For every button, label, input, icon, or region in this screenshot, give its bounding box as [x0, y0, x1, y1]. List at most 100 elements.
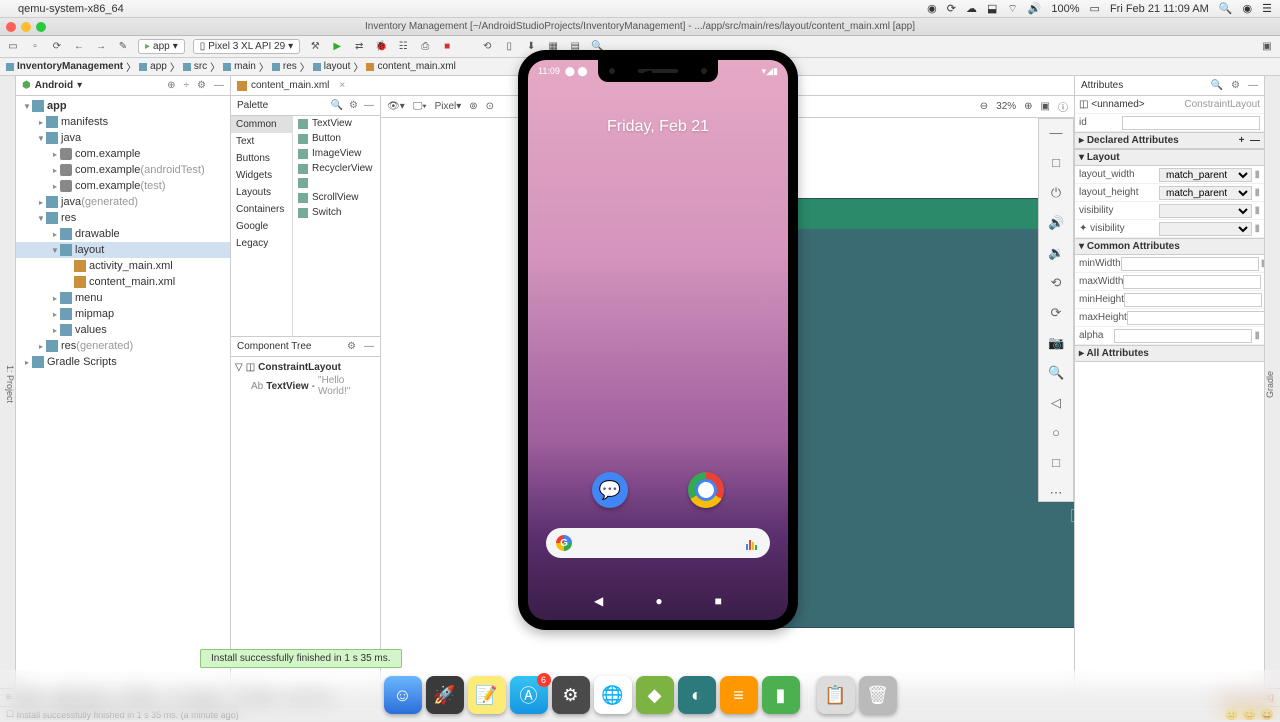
tree-node[interactable]: content_main.xml [16, 274, 230, 290]
tree-node[interactable]: ▸com.example (androidTest) [16, 162, 230, 178]
tree-node[interactable]: ▸manifests [16, 114, 230, 130]
home-icon[interactable]: ○ [1048, 425, 1064, 441]
rotate-left-icon[interactable]: ⟲ [1048, 275, 1064, 291]
trash-icon[interactable]: 🗑 [859, 676, 897, 714]
emulator-screen[interactable]: 11:09 ⬤ ⬤ ▾◢▮ Friday, Feb 21 💬 ◀ ● ■ [528, 60, 788, 620]
attr-select[interactable]: match_parent [1159, 168, 1252, 182]
zoom-out-icon[interactable]: ⊖ [980, 101, 988, 112]
power-icon[interactable]: ⏻ [1048, 185, 1064, 201]
palette-item[interactable]: Switch [293, 205, 380, 220]
notifications-icon[interactable]: ☰ [1262, 2, 1272, 15]
tree-node[interactable]: activity_main.xml [16, 258, 230, 274]
hammer-icon[interactable]: ⚒ [308, 41, 322, 52]
volume-down-icon[interactable]: 🔉 [1048, 245, 1064, 261]
rotate-right-icon[interactable]: ⟳ [1048, 305, 1064, 321]
chrome-dock-icon[interactable]: 🌐 [594, 676, 632, 714]
palette-categories[interactable]: CommonTextButtonsWidgetsLayoutsContainer… [231, 116, 293, 336]
tree-node[interactable]: ▸com.example [16, 146, 230, 162]
nav-home-icon[interactable]: ● [655, 594, 662, 608]
palette-cat[interactable]: Containers [231, 201, 292, 218]
component-tree[interactable]: ▽◫ConstraintLayout AbTextView-"Hello Wor… [231, 357, 380, 402]
search-icon[interactable]: 🔍 [331, 100, 343, 111]
device-design-select[interactable]: Pixel▾ [435, 101, 462, 112]
assistant-icon[interactable] [746, 536, 760, 550]
tree-node[interactable]: ▸drawable [16, 226, 230, 242]
spotlight-icon[interactable]: 🔍 [1219, 2, 1233, 15]
attr-input[interactable] [1121, 257, 1259, 271]
palette-item[interactable]: Button [293, 131, 380, 146]
back-icon[interactable]: ← [72, 41, 86, 52]
gear-icon[interactable]: ⚙ [347, 341, 356, 352]
eye-icon[interactable]: 👁▾ [387, 101, 405, 112]
tree-node[interactable]: ▸res (generated) [16, 338, 230, 354]
google-search-bar[interactable] [546, 528, 770, 558]
palette-item[interactable]: ImageView [293, 146, 380, 161]
qemu-icon[interactable]: ◐ [678, 676, 716, 714]
zoom-in-icon[interactable]: ⊕ [1024, 101, 1032, 112]
stop-icon[interactable]: ■ [440, 41, 454, 52]
apply-icon[interactable]: ⇄ [352, 41, 366, 52]
document-icon[interactable]: 📋 [817, 676, 855, 714]
cloud-icon[interactable]: ☁ [966, 2, 977, 15]
tree-node[interactable]: ▸menu [16, 290, 230, 306]
debug-icon[interactable]: 🐞 [374, 41, 388, 52]
close-window[interactable] [6, 22, 16, 32]
minimize-icon[interactable]: — [1048, 125, 1064, 141]
tree-node[interactable]: ▸values [16, 322, 230, 338]
project-mode[interactable]: Android [35, 80, 73, 91]
attr-select[interactable] [1159, 222, 1252, 236]
warnings-icon[interactable]: ⓘ [1058, 99, 1068, 114]
palette-item[interactable] [293, 176, 380, 190]
minimize-window[interactable] [21, 22, 31, 32]
zoom-icon[interactable]: 🔍 [1048, 365, 1064, 381]
back-icon[interactable]: ◁ [1048, 395, 1064, 411]
hide-icon[interactable]: — [364, 100, 374, 111]
launchpad-icon[interactable]: 🚀 [426, 676, 464, 714]
dropbox-icon[interactable]: ⬓ [987, 2, 997, 15]
palette-cat[interactable]: Common [231, 116, 292, 133]
tab-project[interactable]: 1: Project [5, 80, 15, 688]
palette-items[interactable]: TextViewButtonImageViewRecyclerViewScrol… [293, 116, 380, 336]
messages-app-icon[interactable]: 💬 [592, 472, 628, 508]
open-icon[interactable]: ▭ [6, 41, 20, 52]
sync-icon[interactable]: ⟳ [947, 2, 956, 15]
section-common[interactable]: ▾ Common Attributes [1075, 238, 1264, 255]
terminal-icon[interactable]: ▮ [762, 676, 800, 714]
wand-icon[interactable]: ✎ [116, 41, 130, 52]
orient-icon[interactable]: 🖵▾ [413, 101, 427, 112]
sublime-icon[interactable]: ≡ [720, 676, 758, 714]
sync-gradle-icon[interactable]: ⟲ [480, 41, 494, 52]
zoom-fit-icon[interactable]: ▣ [1041, 101, 1050, 112]
siri-icon[interactable]: ◉ [1243, 2, 1253, 15]
forward-icon[interactable]: → [94, 41, 108, 52]
wifi-icon[interactable]: ⌔ [1007, 2, 1017, 16]
device-select[interactable]: ▯Pixel 3 XL API 29▾ [193, 39, 300, 54]
attr-select[interactable]: match_parent [1159, 186, 1252, 200]
volume-up-icon[interactable]: 🔊 [1048, 215, 1064, 231]
tree-node[interactable]: ▼java [16, 130, 230, 146]
profile-icon[interactable]: ☷ [396, 41, 410, 52]
attr-id-input[interactable] [1122, 116, 1260, 130]
nav-back-icon[interactable]: ◀ [594, 594, 603, 608]
avd-icon[interactable]: ▯ [502, 41, 516, 52]
section-layout[interactable]: ▾ Layout [1075, 149, 1264, 166]
overview-icon[interactable]: □ [1048, 455, 1064, 471]
tree-node[interactable]: ▸java (generated) [16, 194, 230, 210]
tree-node[interactable]: ▸mipmap [16, 306, 230, 322]
palette-cat[interactable]: Buttons [231, 150, 292, 167]
collapse-icon[interactable]: ÷ [184, 80, 190, 91]
tree-node[interactable]: ▼layout [16, 242, 230, 258]
palette-item[interactable]: TextView [293, 116, 380, 131]
attr-input[interactable] [1123, 275, 1261, 289]
attr-input[interactable] [1124, 293, 1262, 307]
palette-cat[interactable]: Text [231, 133, 292, 150]
android-studio-icon[interactable]: ◆ [636, 676, 674, 714]
palette-cat[interactable]: Legacy [231, 235, 292, 252]
palette-cat[interactable]: Google [231, 218, 292, 235]
hide-icon[interactable]: — [1248, 80, 1258, 91]
palette-item[interactable]: ScrollView [293, 190, 380, 205]
finder-icon[interactable]: ☺ [384, 676, 422, 714]
tree-node[interactable]: ▸com.example (test) [16, 178, 230, 194]
attr-select[interactable] [1159, 204, 1252, 218]
gear-icon[interactable]: ⚙ [197, 80, 206, 91]
